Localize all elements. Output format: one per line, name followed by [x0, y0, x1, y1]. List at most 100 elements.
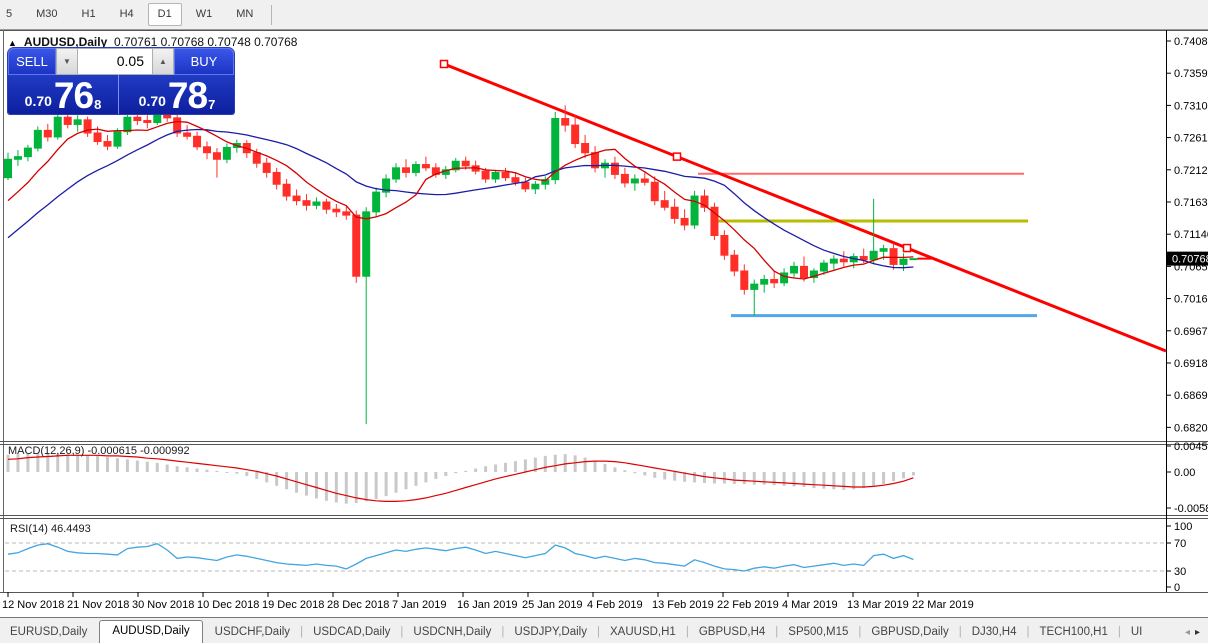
- tab-scroll-right-icon[interactable]: ▸: [1195, 627, 1200, 638]
- timeframe-button-h1[interactable]: H1: [72, 3, 106, 26]
- rsi-axis-label: 0: [1174, 582, 1180, 594]
- buy-button[interactable]: BUY: [174, 48, 234, 75]
- sell-button[interactable]: SELL: [8, 48, 56, 75]
- macd-histogram-bar: [732, 472, 736, 485]
- macd-histogram-bar: [155, 462, 159, 472]
- macd-histogram-bar: [344, 472, 348, 504]
- chart-tab-eurusd-daily[interactable]: EURUSD,Daily: [0, 623, 97, 643]
- macd-histogram-bar: [742, 472, 746, 485]
- price-axis-label: 0.71140: [1174, 229, 1208, 241]
- buy-price-panel[interactable]: 0.70 78 7: [120, 75, 234, 114]
- macd-histogram-bar: [76, 454, 80, 472]
- chart-window: 0.74080 0.73590 0.73100 0.72610 0.72120 0.716…: [0, 30, 1208, 618]
- macd-histogram-bar: [444, 472, 448, 477]
- volume-input[interactable]: 0.05: [78, 48, 152, 75]
- chart-tab-gbpusd-daily[interactable]: GBPUSD,Daily: [861, 623, 958, 643]
- date-axis-label: 4 Mar 2019: [782, 599, 838, 611]
- chart-title-row: ▲ AUDUSD,Daily 0.70761 0.70768 0.70748 0.…: [8, 35, 297, 49]
- rsi-indicator-label: RSI(14) 46.4493: [10, 523, 91, 535]
- macd-histogram-bar: [762, 472, 766, 485]
- toolbar-separator: [271, 4, 273, 25]
- macd-histogram-bar: [474, 468, 478, 472]
- chart-tab-dj30-h4[interactable]: DJ30,H4: [962, 623, 1027, 643]
- timeframe-button-5[interactable]: 5: [0, 3, 22, 26]
- macd-histogram-bar: [504, 462, 507, 472]
- trading-platform-window: 5M30H1H4D1W1MN 0.74080 0.73590 0.73100 0.72…: [0, 0, 1208, 643]
- trend-line-anchor[interactable]: [902, 243, 912, 253]
- macd-histogram-bar: [106, 457, 109, 472]
- chart-tab-ui[interactable]: UI: [1121, 623, 1153, 643]
- macd-histogram-bar: [494, 464, 498, 472]
- timeframe-button-d1[interactable]: D1: [147, 3, 182, 26]
- chart-ohlc-values: 0.70761 0.70768 0.70748 0.70768: [113, 35, 298, 49]
- macd-histogram-bar: [613, 467, 617, 472]
- date-axis-label: 19 Dec 2018: [262, 599, 324, 611]
- macd-histogram-bar: [384, 472, 388, 497]
- macd-histogram-bar: [812, 472, 816, 489]
- trend-line-anchor[interactable]: [439, 59, 449, 69]
- date-axis-label: 16 Jan 2019: [457, 599, 518, 611]
- macd-histogram-bar: [86, 455, 90, 472]
- macd-histogram-bar: [125, 459, 129, 472]
- chart-tab-usdcnh-daily[interactable]: USDCNH,Daily: [403, 623, 501, 643]
- macd-histogram-bar: [225, 472, 229, 473]
- date-axis-label: 22 Mar 2019: [912, 599, 974, 611]
- current-price-tag-value: 0.70768: [1172, 254, 1208, 266]
- macd-histogram-bar: [633, 472, 637, 474]
- macd-histogram-bar: [693, 472, 697, 483]
- sell-price-big: 76: [53, 75, 94, 116]
- volume-increase-button[interactable]: ▲: [152, 48, 174, 75]
- macd-histogram-bar: [165, 464, 169, 472]
- chart-tab-xauusd-h1[interactable]: XAUUSD,H1: [600, 623, 686, 643]
- macd-histogram-bar: [424, 472, 428, 483]
- macd-histogram-bar: [374, 472, 378, 500]
- timeframe-button-w1[interactable]: W1: [186, 3, 223, 26]
- chart-tab-usdcad-daily[interactable]: USDCAD,Daily: [303, 623, 400, 643]
- collapse-panel-icon[interactable]: ▲: [8, 38, 17, 48]
- moving-average-slow: [7, 128, 914, 269]
- macd-histogram-bar: [563, 454, 567, 472]
- macd-histogram-bar: [703, 472, 706, 483]
- date-axis-label: 25 Jan 2019: [522, 599, 583, 611]
- macd-histogram-bar: [484, 466, 488, 472]
- chart-tab-sp500-m15[interactable]: SP500,M15: [778, 623, 858, 643]
- chart-tab-usdjpy-daily[interactable]: USDJPY,Daily: [504, 623, 597, 643]
- timeframe-button-m30[interactable]: M30: [26, 3, 67, 26]
- date-axis-label: 12 Nov 2018: [2, 599, 64, 611]
- chart-tab-usdchf-daily[interactable]: USDCHF,Daily: [205, 623, 300, 643]
- price-axis-label: 0.72610: [1174, 133, 1208, 145]
- rsi-axis-label: 70: [1174, 538, 1186, 550]
- chart-tab-gbpusd-h4[interactable]: GBPUSD,H4: [689, 623, 775, 643]
- trend-line-anchor[interactable]: [672, 152, 682, 161]
- macd-histogram-bar: [822, 472, 826, 489]
- timeframe-button-h4[interactable]: H4: [110, 3, 144, 26]
- sell-price-panel[interactable]: 0.70 76 8: [8, 75, 119, 114]
- tab-scroll-left-icon[interactable]: ◂: [1185, 627, 1190, 638]
- macd-histogram-bar: [842, 472, 846, 490]
- macd-axis-label: -0.005899: [1174, 503, 1208, 515]
- macd-histogram-bar: [752, 472, 756, 485]
- chart-tab-tech100-h1[interactable]: TECH100,H1: [1029, 623, 1117, 643]
- moving-average-fast: [7, 120, 914, 280]
- timeframe-button-mn[interactable]: MN: [226, 3, 263, 26]
- chart-tab-audusd-daily[interactable]: AUDUSD,Daily: [99, 620, 203, 643]
- price-axis-label: 0.74080: [1174, 36, 1208, 48]
- price-axis-label: 0.68200: [1174, 422, 1208, 434]
- macd-histogram-bar: [324, 472, 328, 501]
- macd-histogram-bar: [334, 472, 338, 503]
- macd-histogram-bar: [6, 454, 10, 472]
- chart-canvas[interactable]: 0.74080 0.73590 0.73100 0.72610 0.72120 0.716…: [0, 30, 1208, 618]
- macd-histogram-bar: [911, 472, 915, 476]
- macd-histogram-bar: [782, 472, 786, 486]
- chart-tab-bar: EURUSD,Daily AUDUSD,Daily USDCHF,Daily | USD…: [0, 618, 1208, 643]
- volume-decrease-button[interactable]: ▼: [56, 48, 78, 75]
- trend-line[interactable]: [443, 62, 1167, 353]
- price-axis-label: 0.73100: [1174, 100, 1208, 112]
- date-axis-label: 13 Feb 2019: [652, 599, 714, 611]
- macd-histogram-bar: [583, 457, 587, 472]
- date-axis-label: 4 Feb 2019: [587, 599, 643, 611]
- date-axis-label: 30 Nov 2018: [132, 599, 194, 611]
- macd-histogram-bar: [414, 472, 418, 486]
- date-axis-label: 13 Mar 2019: [847, 599, 909, 611]
- macd-histogram-bar: [235, 472, 239, 474]
